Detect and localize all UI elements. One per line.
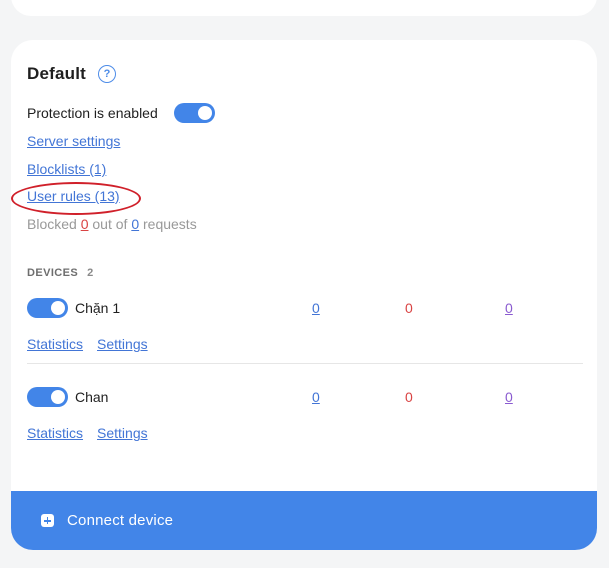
profile-header: Default ?	[27, 64, 117, 84]
device-toggle[interactable]	[27, 298, 68, 318]
device-stat-blocked: 0	[405, 300, 413, 316]
profile-card: Default ? Protection is enabled Server s…	[11, 40, 597, 550]
profile-title: Default	[27, 64, 87, 83]
device-toggle[interactable]	[27, 387, 68, 407]
blocked-middle: out of	[92, 216, 128, 232]
device-stat-total[interactable]: 0	[312, 389, 320, 405]
user-rules-link[interactable]: User rules (13)	[27, 188, 120, 204]
blocked-summary: Blocked 0 out of 0 requests	[27, 216, 197, 232]
device-stat-other[interactable]: 0	[505, 389, 513, 405]
device-stat-total[interactable]: 0	[312, 300, 320, 316]
previous-card	[11, 0, 597, 16]
toggle-knob	[197, 106, 212, 120]
connect-device-label: Connect device	[67, 512, 174, 529]
total-requests-count[interactable]: 0	[131, 216, 139, 232]
toggle-knob	[51, 390, 65, 404]
blocked-count[interactable]: 0	[81, 216, 89, 232]
device-name: Chặn 1	[75, 300, 121, 316]
blocked-suffix: requests	[143, 216, 197, 232]
devices-header-label: DEVICES	[27, 267, 79, 279]
toggle-knob	[51, 301, 65, 315]
device-links: Statistics Settings	[27, 336, 162, 352]
protection-label: Protection is enabled	[27, 105, 158, 121]
plus-square-icon	[41, 514, 54, 527]
server-settings-link[interactable]: Server settings	[27, 133, 120, 149]
connect-device-button[interactable]: Connect device	[11, 491, 597, 550]
devices-header: DEVICES 2	[27, 267, 94, 279]
protection-toggle[interactable]	[173, 103, 215, 123]
device-links: Statistics Settings	[27, 425, 162, 441]
device-stat-other[interactable]: 0	[505, 300, 513, 316]
blocked-prefix: Blocked	[27, 216, 77, 232]
devices-count: 2	[87, 267, 94, 279]
statistics-link[interactable]: Statistics	[27, 336, 83, 352]
device-row: Chặn 1 0 0 0 Statistics Settings	[11, 298, 597, 378]
statistics-link[interactable]: Statistics	[27, 425, 83, 441]
settings-link[interactable]: Settings	[97, 425, 148, 441]
protection-row: Protection is enabled	[27, 103, 215, 123]
blocklists-link[interactable]: Blocklists (1)	[27, 161, 106, 177]
device-row: Chan 0 0 0 Statistics Settings	[11, 387, 597, 467]
question-circle-icon[interactable]: ?	[98, 65, 117, 83]
device-stat-blocked: 0	[405, 389, 413, 405]
device-divider	[27, 363, 583, 364]
device-name: Chan	[75, 389, 109, 405]
settings-link[interactable]: Settings	[97, 336, 148, 352]
